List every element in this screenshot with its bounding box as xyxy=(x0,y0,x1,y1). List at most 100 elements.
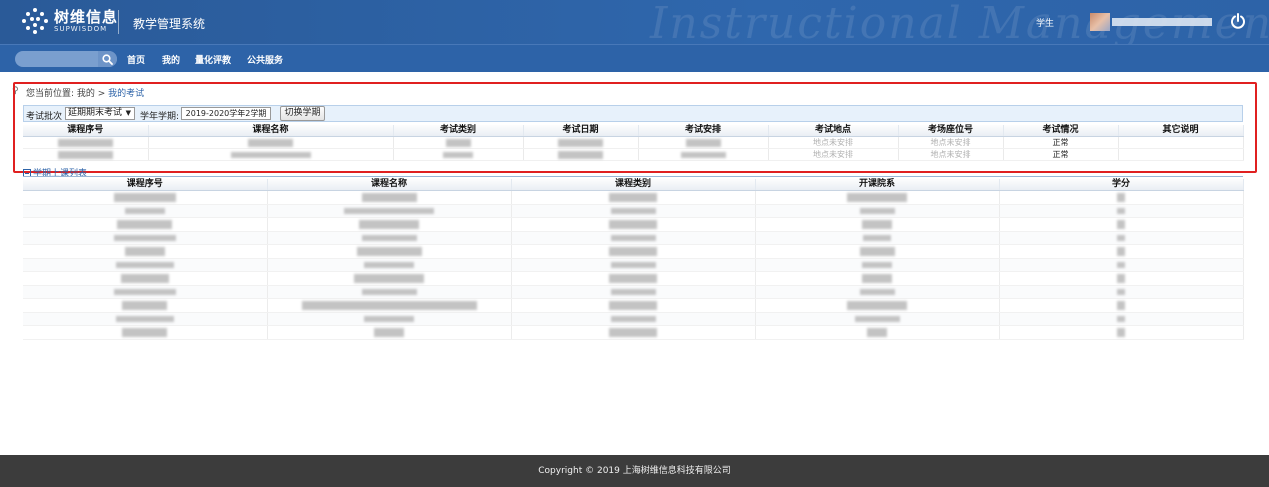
course-cell-redacted xyxy=(23,244,268,259)
course-cell-redacted xyxy=(999,258,1244,272)
exam-col-location[interactable]: 考试地点 xyxy=(768,125,899,137)
course-cell-redacted xyxy=(23,271,268,286)
exam-batch-select[interactable]: 延期期末考试 ▼ xyxy=(65,107,135,120)
term-label: 学年学期: xyxy=(140,112,180,122)
course-cell-redacted xyxy=(267,271,512,286)
course-cell-redacted xyxy=(511,285,756,299)
exam-row: 地点未安排 地点未安排 正常 xyxy=(23,136,1244,149)
exam-location: 地点未安排 xyxy=(768,136,899,149)
exam-table: 课程序号 课程名称 考试类别 考试日期 考试安排 考试地点 考场座位号 考试情况… xyxy=(23,125,1244,161)
course-cell-redacted xyxy=(511,258,756,272)
course-list-title: 学期上课列表 xyxy=(33,169,88,179)
course-cell-redacted xyxy=(23,204,268,218)
switch-term-button[interactable]: 切换学期 xyxy=(280,106,325,121)
course-col-course-type[interactable]: 课程类别 xyxy=(511,179,756,191)
term-input[interactable]: 2019-2020学年2学期 xyxy=(181,107,271,120)
course-col-department[interactable]: 开课院系 xyxy=(755,179,1000,191)
course-cell-redacted xyxy=(267,190,512,205)
course-cell-redacted xyxy=(511,244,756,259)
course-list-heading[interactable]: 学期上课列表 xyxy=(23,166,87,179)
course-cell-redacted xyxy=(23,190,268,205)
exam-col-exam-date[interactable]: 考试日期 xyxy=(523,125,639,137)
course-col-credits[interactable]: 学分 xyxy=(999,179,1244,191)
system-title: 教学管理系统 xyxy=(133,17,206,31)
course-cell-redacted xyxy=(511,204,756,218)
exam-col-course-no[interactable]: 课程序号 xyxy=(23,125,149,137)
exam-filter-bar: 考试批次 延期期末考试 ▼ 学年学期: 2019-2020学年2学期 切换学期 xyxy=(23,105,1243,122)
nav-item-home[interactable]: 首页 xyxy=(127,53,145,66)
course-cell-redacted xyxy=(999,204,1244,218)
logo-mark-icon xyxy=(22,8,48,34)
course-cell-redacted xyxy=(511,298,756,313)
breadcrumb-current[interactable]: 我的考试 xyxy=(108,89,144,99)
exam-seat: 地点未安排 xyxy=(898,148,1004,161)
course-col-course-no[interactable]: 课程序号 xyxy=(23,179,268,191)
course-row xyxy=(23,312,1244,326)
nav-item-teaching-evaluation[interactable]: 量化评教 xyxy=(195,53,231,66)
course-col-course-name[interactable]: 课程名称 xyxy=(267,179,512,191)
course-cell-redacted xyxy=(267,217,512,232)
course-cell-redacted xyxy=(755,244,1000,259)
course-cell-redacted xyxy=(267,325,512,340)
course-row xyxy=(23,190,1244,205)
section-divider xyxy=(23,176,1243,177)
nav-item-public-services[interactable]: 公共服务 xyxy=(247,53,283,66)
course-cell-redacted xyxy=(23,217,268,232)
course-cell-redacted xyxy=(755,258,1000,272)
exam-col-status[interactable]: 考试情况 xyxy=(1003,125,1119,137)
course-cell-redacted xyxy=(999,244,1244,259)
location-pin-icon: ⚲ xyxy=(12,86,19,96)
logo-subtitle: SUPWISDOM xyxy=(54,24,108,33)
course-cell-redacted xyxy=(755,190,1000,205)
course-row xyxy=(23,258,1244,272)
course-row xyxy=(23,325,1244,340)
logout-power-icon[interactable] xyxy=(1230,13,1246,29)
course-row xyxy=(23,231,1244,245)
avatar[interactable] xyxy=(1090,13,1110,31)
exam-batch-value: 延期期末考试 xyxy=(68,108,123,118)
course-cell-redacted xyxy=(267,298,512,313)
exam-status: 正常 xyxy=(1003,148,1119,161)
course-cell-redacted xyxy=(511,190,756,205)
course-cell-redacted xyxy=(511,312,756,326)
exam-col-notes[interactable]: 其它说明 xyxy=(1118,125,1244,137)
course-cell-redacted xyxy=(23,231,268,245)
exam-location: 地点未安排 xyxy=(768,148,899,161)
course-cell-redacted xyxy=(999,190,1244,205)
logo[interactable]: 树维信息 SUPWISDOM xyxy=(22,8,118,34)
dropdown-arrow-icon: ▼ xyxy=(125,109,131,117)
exam-col-course-name[interactable]: 课程名称 xyxy=(148,125,394,137)
header-divider xyxy=(118,10,119,34)
course-cell-redacted xyxy=(511,325,756,340)
course-cell-redacted xyxy=(23,325,268,340)
page: Instructional Management 树维信息 SUPWISDOM … xyxy=(0,0,1269,487)
exam-status: 正常 xyxy=(1003,136,1119,149)
nav-item-mine[interactable]: 我的 xyxy=(162,53,180,66)
top-header: Instructional Management 树维信息 SUPWISDOM … xyxy=(0,0,1269,44)
course-cell-redacted xyxy=(755,231,1000,245)
search-button[interactable] xyxy=(98,51,117,67)
username-redacted[interactable] xyxy=(1112,18,1212,26)
course-cell-redacted xyxy=(999,271,1244,286)
course-cell-redacted xyxy=(999,217,1244,232)
course-cell-redacted xyxy=(755,298,1000,313)
course-cell-redacted xyxy=(267,258,512,272)
user-role: 学生 xyxy=(1036,19,1055,29)
course-cell-redacted xyxy=(999,298,1244,313)
course-cell-redacted xyxy=(755,285,1000,299)
course-row xyxy=(23,285,1244,299)
course-cell-redacted xyxy=(511,217,756,232)
course-cell-redacted xyxy=(267,312,512,326)
course-cell-redacted xyxy=(999,325,1244,340)
exam-col-seat[interactable]: 考场座位号 xyxy=(898,125,1004,137)
course-cell-redacted xyxy=(23,258,268,272)
course-cell-redacted xyxy=(755,204,1000,218)
footer: Copyright © 2019 上海树维信息科技有限公司 xyxy=(0,455,1269,487)
breadcrumb-prefix: 您当前位置: 我的 > xyxy=(26,89,109,99)
exam-col-exam-type[interactable]: 考试类别 xyxy=(393,125,524,137)
course-cell-redacted xyxy=(267,285,512,299)
course-row xyxy=(23,271,1244,286)
exam-col-arrangement[interactable]: 考试安排 xyxy=(638,125,769,137)
course-row xyxy=(23,244,1244,259)
course-cell-redacted xyxy=(267,244,512,259)
